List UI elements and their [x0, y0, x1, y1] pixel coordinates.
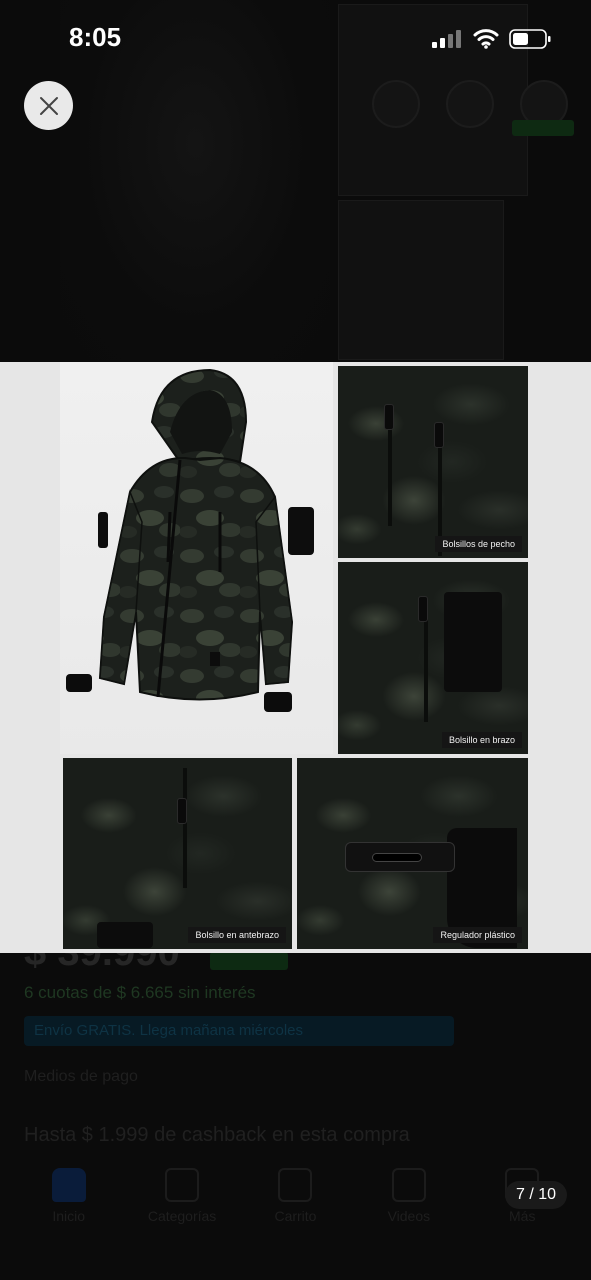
play-icon [391, 1168, 426, 1202]
background-cashback: Hasta $ 1.999 de cashback en esta compra [24, 1124, 410, 1146]
zipper-pull [384, 404, 394, 430]
background-nav-cart: Carrito [245, 1160, 345, 1280]
nav-label: Categorías [147, 1208, 217, 1224]
background-payment-methods: Medios de pago [24, 1068, 138, 1085]
battery-icon [509, 29, 551, 49]
caption-chest-pockets: Bolsillos de pecho [435, 536, 522, 552]
cart-icon [278, 1168, 313, 1202]
categories-icon [165, 1168, 200, 1202]
close-button[interactable] [24, 81, 73, 130]
detail-image-forearm-pocket: Bolsillo en antebrazo [63, 758, 292, 949]
nav-label: Inicio [52, 1208, 86, 1224]
background-thumbnail [338, 200, 504, 360]
nav-label: Carrito [274, 1208, 317, 1224]
background-discount-badge [210, 952, 288, 970]
background-favorite-icon [446, 80, 494, 128]
jacket-illustration [66, 368, 314, 712]
detail-image-plastic-adjuster: Regulador plástico [297, 758, 528, 949]
status-time: 8:05 [69, 22, 122, 52]
wifi-icon [473, 29, 499, 49]
background-nav-more: Más [472, 1160, 572, 1280]
caption-forearm-pocket: Bolsillo en antebrazo [188, 927, 286, 943]
background-bottom-nav: Inicio Categorías Carrito Videos Más [0, 1160, 591, 1280]
nav-label: Más [509, 1208, 536, 1224]
background-badge [512, 120, 574, 136]
adjuster-tab [345, 842, 455, 872]
image-counter: 7 / 10 [505, 1181, 567, 1209]
close-icon [39, 96, 58, 115]
product-image-jacket [60, 362, 333, 754]
detail-image-chest-pockets: Bolsillos de pecho [338, 366, 528, 558]
home-icon [51, 1168, 86, 1202]
background-nav-home: Inicio [19, 1160, 119, 1280]
velcro-patch [444, 592, 502, 692]
product-image-viewer[interactable]: Bolsillos de pecho Bolsillo en brazo Bol… [0, 362, 591, 953]
signal-icon [432, 30, 461, 48]
zipper-pull [434, 422, 444, 448]
zipper-pull [418, 596, 428, 622]
cuff-tab [97, 922, 153, 948]
background-nav-videos: Videos [359, 1160, 459, 1280]
background-nav-categories: Categorías [132, 1160, 232, 1280]
status-bar: 8:05 [0, 0, 591, 80]
background-installments: 6 cuotas de $ 6.665 sin interés [24, 983, 256, 1002]
background-share-icon [372, 80, 420, 128]
nav-label: Videos [387, 1208, 431, 1224]
caption-plastic-adjuster: Regulador plástico [433, 927, 522, 943]
background-shipping: Envío GRATIS. Llega mañana miércoles [24, 1016, 454, 1046]
zipper [183, 768, 187, 888]
detail-image-arm-pocket: Bolsillo en brazo [338, 562, 528, 754]
caption-arm-pocket: Bolsillo en brazo [441, 732, 522, 748]
zipper-pull [177, 798, 187, 824]
